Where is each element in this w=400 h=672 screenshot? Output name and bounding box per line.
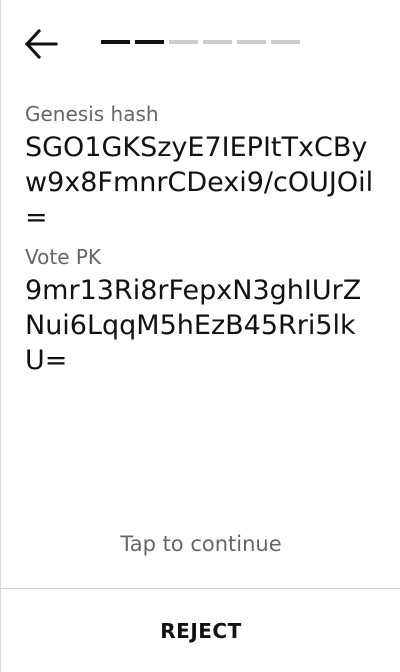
genesis-hash-value: SGO1GKSzyE7IEPItTxCByw9x8FmnrCDexi9/cOUJ… <box>25 132 374 233</box>
genesis-hash-field: Genesis hash SGO1GKSzyE7IEPItTxCByw9x8Fm… <box>25 100 385 235</box>
progress-segment <box>101 40 130 44</box>
progress-segment <box>169 40 198 44</box>
detail-content: Genesis hash SGO1GKSzyE7IEPItTxCByw9x8Fm… <box>25 100 385 386</box>
progress-segment <box>203 40 232 44</box>
arrow-left-icon <box>23 26 63 62</box>
reject-button[interactable]: REJECT <box>1 589 400 672</box>
progress-segment <box>135 40 164 44</box>
progress-indicator <box>101 40 300 44</box>
back-button[interactable] <box>23 26 63 62</box>
vote-pk-field: Vote PK 9mr13Ri8rFepxN3ghIUrZNui6LqqM5hE… <box>25 243 385 378</box>
progress-segment <box>271 40 300 44</box>
vote-pk-value: 9mr13Ri8rFepxN3ghIUrZNui6LqqM5hEzB45Rri5… <box>25 275 362 376</box>
progress-segment <box>237 40 266 44</box>
tap-to-continue[interactable]: Tap to continue <box>1 532 400 556</box>
genesis-hash-label: Genesis hash <box>25 102 159 126</box>
vote-pk-label: Vote PK <box>25 245 102 269</box>
